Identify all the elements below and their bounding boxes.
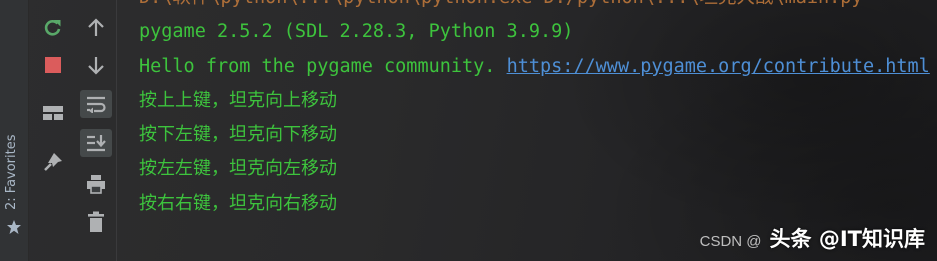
favorites-tab-label[interactable]: 2: Favorites — [4, 134, 19, 210]
console-line-hello: Hello from the pygame community. https:/… — [139, 55, 930, 79]
toutiao-watermark: 头条 @IT知识库 — [769, 227, 925, 251]
console-line-left: 按左左键，坦克向左移动 — [139, 158, 337, 179]
csdn-watermark: CSDN @ — [699, 233, 762, 250]
console-line-down: 按下左键，坦克向下移动 — [139, 124, 337, 145]
run-toolbar-right — [77, 0, 115, 261]
console-line-command: D:\软件\python\...\python\python.exe D:/py… — [139, 0, 863, 10]
arrow-up-icon[interactable] — [80, 13, 112, 41]
print-icon[interactable] — [80, 170, 112, 198]
run-console-window: 2: Favorites pygame 2.5.2 (SDL 2.28.3, P… — [0, 0, 937, 261]
star-icon — [6, 219, 22, 235]
console-line-right: 按右右键，坦克向右移动 — [139, 193, 337, 214]
arrow-down-icon[interactable] — [80, 52, 112, 80]
contribute-link[interactable]: https://www.pygame.org/contribute.html — [507, 56, 930, 77]
trash-icon[interactable] — [80, 208, 112, 236]
stop-icon[interactable] — [37, 51, 69, 79]
console-line-up: 按上上键，坦克向上移动 — [139, 90, 337, 111]
rerun-icon[interactable] — [37, 14, 69, 42]
scroll-to-end-icon[interactable] — [80, 129, 112, 157]
console-output[interactable]: D:\软件\python\...\python\python.exe D:/py… — [139, 0, 937, 261]
favorites-strip[interactable]: 2: Favorites — [0, 0, 29, 261]
watermark: CSDN @ 头条 @IT知识库 — [700, 223, 925, 253]
toolbar-divider — [116, 0, 117, 261]
console-line-pygame-version: pygame 2.5.2 (SDL 2.28.3, Python 3.9.9) — [139, 21, 574, 42]
run-toolbar-left — [34, 0, 72, 261]
pin-icon[interactable] — [37, 148, 69, 176]
soft-wrap-icon[interactable] — [80, 90, 112, 118]
hello-text: Hello from the pygame community. — [139, 56, 496, 77]
layout-icon[interactable] — [37, 99, 69, 127]
